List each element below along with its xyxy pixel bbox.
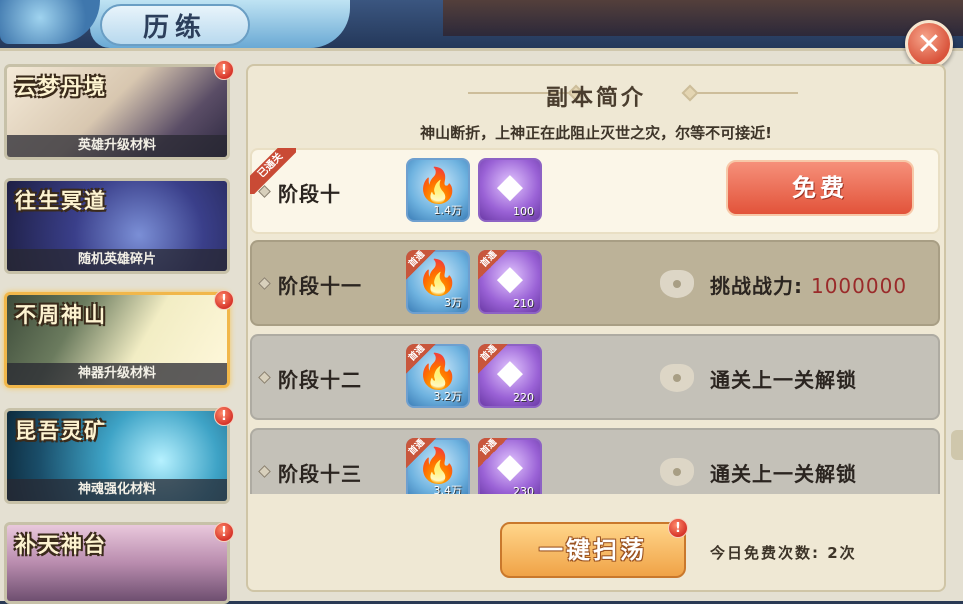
sidebar-item-name: 昆吾灵矿 — [15, 418, 107, 443]
lock-icon — [660, 458, 694, 486]
stage-name: 阶段十一 — [278, 270, 362, 299]
alert-badge: ! — [214, 290, 234, 310]
reward-item[interactable]: 🔥 首通 3.4万 — [406, 438, 470, 494]
lock-icon — [660, 364, 694, 392]
banner-decoration — [443, 0, 963, 36]
sweep-button[interactable]: 一键扫荡 — [500, 522, 686, 578]
alert-badge: ! — [214, 522, 234, 542]
page-title: 历练 — [142, 12, 207, 43]
item-qty: 3.2万 — [433, 390, 463, 403]
reward-item[interactable]: ◆ 首通 210 — [478, 250, 542, 314]
purple-stone-icon: ◆ — [496, 166, 524, 206]
title-plate: 历练 — [100, 4, 250, 46]
stage-name: 阶段十 — [278, 178, 341, 207]
lock-icon — [660, 270, 694, 298]
sidebar: 云梦丹境 英雄升级材料 ! 往生冥道 随机英雄碎片 不周神山 神器升级材料 ! … — [0, 58, 240, 604]
alert-badge: ! — [214, 406, 234, 426]
reward-item[interactable]: 🔥 首通 3万 — [406, 250, 470, 314]
blue-flame-icon: 🔥 — [416, 166, 460, 206]
stage-name: 阶段十二 — [278, 364, 362, 393]
sidebar-item-buzhou[interactable]: 不周神山 神器升级材料 — [4, 292, 230, 388]
reward-item[interactable]: 🔥 1.4万 — [406, 158, 470, 222]
first-clear-tag: 首通 — [478, 250, 508, 280]
stage-requirement: 通关上一关解锁 — [710, 462, 857, 486]
stage-list[interactable]: 已通关 阶段十 🔥 1.4万 ◆ 100 免费 阶段十一 🔥 首通 3万 ◆ 首… — [250, 148, 942, 494]
free-button[interactable]: 免费 — [726, 160, 914, 216]
sidebar-item-butian[interactable]: 补天神台 — [4, 522, 230, 604]
sidebar-item-name: 往生冥道 — [15, 188, 107, 213]
alert-badge: ! — [214, 60, 234, 80]
sidebar-item-kunwu[interactable]: 昆吾灵矿 神魂强化材料 — [4, 408, 230, 504]
item-qty: 1.4万 — [433, 204, 463, 217]
sidebar-item-sub: 英雄升级材料 — [7, 135, 227, 157]
stage-requirement: 通关上一关解锁 — [710, 368, 857, 392]
first-clear-tag: 首通 — [478, 344, 508, 374]
stage-name: 阶段十三 — [278, 458, 362, 487]
first-clear-tag: 首通 — [478, 438, 508, 468]
first-clear-tag: 首通 — [406, 250, 436, 280]
item-qty: 3万 — [444, 296, 462, 309]
reward-item[interactable]: ◆ 首通 220 — [478, 344, 542, 408]
item-qty: 230 — [513, 485, 534, 494]
first-clear-tag: 首通 — [406, 344, 436, 374]
close-button[interactable]: ✕ — [905, 20, 953, 68]
stage-row[interactable]: 阶段十三 🔥 首通 3.4万 ◆ 首通 230 通关上一关解锁 — [250, 428, 940, 494]
scroll-handle[interactable] — [951, 430, 963, 460]
stage-row[interactable]: 已通关 阶段十 🔥 1.4万 ◆ 100 免费 — [250, 148, 940, 234]
stage-panel: 副本简介 神山断折，上神正在此阻止灭世之灾，尔等不可接近! 已通关 阶段十 🔥 … — [246, 64, 946, 592]
item-qty: 3.4万 — [433, 484, 463, 494]
sidebar-item-sub: 随机英雄碎片 — [7, 249, 227, 271]
stage-row[interactable]: 阶段十一 🔥 首通 3万 ◆ 首通 210 挑战战力: 1000000 — [250, 240, 940, 326]
item-qty: 210 — [513, 297, 534, 310]
power-value: 1000000 — [810, 274, 908, 298]
item-qty: 100 — [513, 205, 534, 218]
item-qty: 220 — [513, 391, 534, 404]
reward-item[interactable]: ◆ 100 — [478, 158, 542, 222]
reward-item[interactable]: 🔥 首通 3.2万 — [406, 344, 470, 408]
sidebar-item-sub: 神魂强化材料 — [7, 479, 227, 501]
close-icon: ✕ — [916, 26, 942, 62]
panel-description: 神山断折，上神正在此阻止灭世之灾，尔等不可接近! — [420, 124, 772, 142]
sidebar-item-sub: 神器升级材料 — [7, 363, 227, 385]
stage-row[interactable]: 阶段十二 🔥 首通 3.2万 ◆ 首通 220 通关上一关解锁 — [250, 334, 940, 420]
alert-badge: ! — [668, 518, 688, 538]
free-count-text: 今日免费次数: 2次 — [710, 544, 857, 562]
panel-title: 副本简介 — [545, 86, 646, 111]
sidebar-item-name: 不周神山 — [15, 302, 107, 327]
sidebar-item-name: 补天神台 — [15, 532, 107, 557]
reward-item[interactable]: ◆ 首通 230 — [478, 438, 542, 494]
stage-requirement: 挑战战力: 1000000 — [710, 274, 908, 298]
sidebar-item-wangsheng[interactable]: 往生冥道 随机英雄碎片 — [4, 178, 230, 274]
sidebar-item-yunmeng[interactable]: 云梦丹境 英雄升级材料 — [4, 64, 230, 160]
sidebar-item-name: 云梦丹境 — [15, 74, 107, 99]
first-clear-tag: 首通 — [406, 438, 436, 468]
